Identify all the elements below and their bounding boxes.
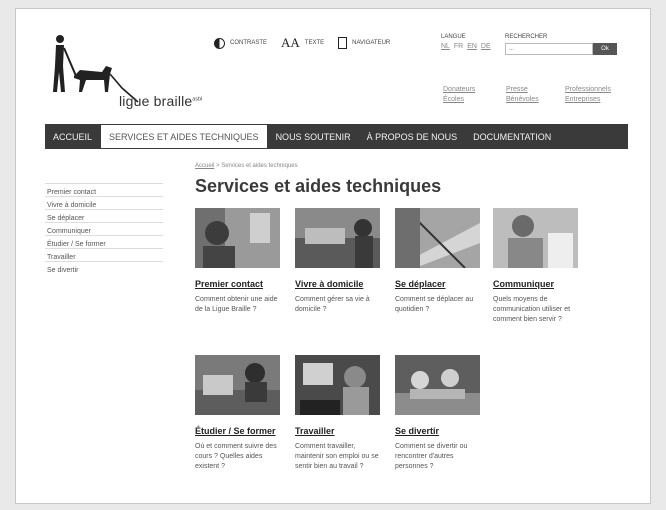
card-title[interactable]: Vivre à domicile: [295, 279, 380, 290]
quicklinks-col-1: Donateurs Écoles: [443, 85, 475, 105]
sidebar-item-communiquer[interactable]: Communiquer: [45, 222, 163, 235]
nav-item-a-propos[interactable]: À propos de nous: [359, 124, 466, 149]
search-label: Rechercher: [505, 34, 548, 40]
lang-de[interactable]: DE: [481, 43, 491, 50]
service-card-se-divertir: Se divertir Comment se divertir ou renco…: [395, 355, 480, 472]
brand-mark: asbl: [192, 96, 203, 103]
service-card-travailler: Travailler Comment travailler, maintenir…: [295, 355, 380, 472]
search-row: Ok: [505, 43, 617, 55]
nav-item-services[interactable]: Services et aides techniques: [100, 124, 268, 149]
card-photo-communiquer[interactable]: [493, 208, 578, 268]
text-size-icon: AA: [281, 35, 300, 50]
sidebar-item-etudier[interactable]: Étudier / Se former: [45, 235, 163, 248]
sidebar-item-se-deplacer[interactable]: Se déplacer: [45, 209, 163, 222]
quicklink-ecoles[interactable]: Écoles: [443, 95, 475, 105]
main-nav: Accueil Services et aides techniques Nou…: [45, 124, 628, 149]
quicklink-entreprises[interactable]: Entreprises: [565, 95, 611, 105]
sidebar-item-vivre-a-domicile[interactable]: Vivre à domicile: [45, 196, 163, 209]
card-photo-vivre-a-domicile[interactable]: [295, 208, 380, 268]
lang-fr[interactable]: FR: [454, 43, 463, 50]
card-title[interactable]: Se déplacer: [395, 279, 480, 290]
card-description: Comment se divertir ou rencontrer d'autr…: [395, 443, 468, 470]
quicklink-donateurs[interactable]: Donateurs: [443, 85, 475, 95]
card-description: Comment obtenir une aide de la Ligue Bra…: [195, 296, 278, 313]
text-size-label: Texte: [304, 40, 325, 46]
card-photo-se-deplacer[interactable]: [395, 208, 480, 268]
nav-item-soutenir[interactable]: Nous soutenir: [268, 124, 359, 149]
card-title[interactable]: Premier contact: [195, 279, 280, 290]
breadcrumb-separator: >: [216, 163, 220, 169]
sidebar-item-premier-contact[interactable]: Premier contact: [45, 183, 163, 196]
search-button[interactable]: Ok: [593, 43, 617, 55]
contrast-label: Contraste: [230, 40, 268, 46]
quicklink-benevoles[interactable]: Bénévoles: [506, 95, 539, 105]
card-photo-etudier[interactable]: [195, 355, 280, 415]
sidebar-item-travailler[interactable]: Travailler: [45, 248, 163, 261]
service-card-vivre-a-domicile: Vivre à domicile Comment gérer sa vie à …: [295, 208, 380, 315]
service-card-se-deplacer: Se déplacer Comment se déplacer au quoti…: [395, 208, 480, 315]
contrast-toggle[interactable]: Contraste: [214, 37, 268, 49]
quicklink-presse[interactable]: Presse: [506, 85, 539, 95]
navigator-toggle[interactable]: Navigateur: [338, 37, 390, 49]
card-description: Comment gérer sa vie à domicile ?: [295, 296, 370, 313]
card-title[interactable]: Se divertir: [395, 426, 480, 437]
brand-name[interactable]: ligue brailleasbl: [119, 93, 202, 109]
nav-item-accueil[interactable]: Accueil: [45, 124, 100, 149]
card-photo-travailler[interactable]: [295, 355, 380, 415]
navigator-label: Navigateur: [352, 40, 391, 46]
service-card-premier-contact: Premier contact Comment obtenir une aide…: [195, 208, 280, 315]
page-title: Services et aides techniques: [195, 176, 442, 196]
quicklink-professionnels[interactable]: Professionnels: [565, 85, 611, 95]
card-description: Comment travailler, maintenir son emploi…: [295, 443, 379, 470]
card-title[interactable]: Travailler: [295, 426, 380, 437]
quicklinks-col-2: Presse Bénévoles: [506, 85, 539, 105]
lang-nl[interactable]: NL: [441, 43, 450, 50]
lang-en[interactable]: EN: [467, 43, 477, 50]
brand-wordmark: ligue braille: [119, 93, 193, 109]
language-links: NL FR EN DE: [441, 43, 493, 50]
breadcrumb-current: Services et aides techniques: [221, 163, 298, 169]
service-card-etudier: Étudier / Se former Où et comment suivre…: [195, 355, 280, 472]
sidebar: Premier contact Vivre à domicile Se dépl…: [45, 183, 163, 274]
language-selector: Langue NL FR EN DE: [441, 34, 493, 50]
text-size-toggle[interactable]: AA Texte: [281, 35, 324, 51]
card-description: Comment se déplacer au quotidien ?: [395, 296, 474, 313]
card-photo-se-divertir[interactable]: [395, 355, 480, 415]
search-input[interactable]: [505, 43, 593, 55]
card-title[interactable]: Communiquer: [493, 279, 578, 290]
card-title[interactable]: Étudier / Se former: [195, 426, 280, 437]
nav-item-documentation[interactable]: Documentation: [465, 124, 559, 149]
breadcrumb: Accueil > Services et aides techniques: [195, 163, 298, 169]
breadcrumb-home[interactable]: Accueil: [195, 163, 214, 169]
search-area: Rechercher Ok: [505, 34, 617, 55]
card-description: Où et comment suivre des cours ? Quelles…: [195, 443, 277, 470]
card-photo-premier-contact[interactable]: [195, 208, 280, 268]
accessibility-toolbar: Contraste AA Texte Navigateur: [214, 35, 404, 51]
service-card-communiquer: Communiquer Quels moyens de communicatio…: [493, 208, 578, 325]
navigator-icon: [338, 37, 348, 49]
quicklinks-col-3: Professionnels Entreprises: [565, 85, 611, 105]
language-label: Langue: [441, 34, 466, 40]
contrast-icon: [214, 37, 225, 49]
sidebar-item-se-divertir[interactable]: Se divertir: [45, 261, 163, 274]
card-description: Quels moyens de communication utiliser e…: [493, 296, 571, 323]
